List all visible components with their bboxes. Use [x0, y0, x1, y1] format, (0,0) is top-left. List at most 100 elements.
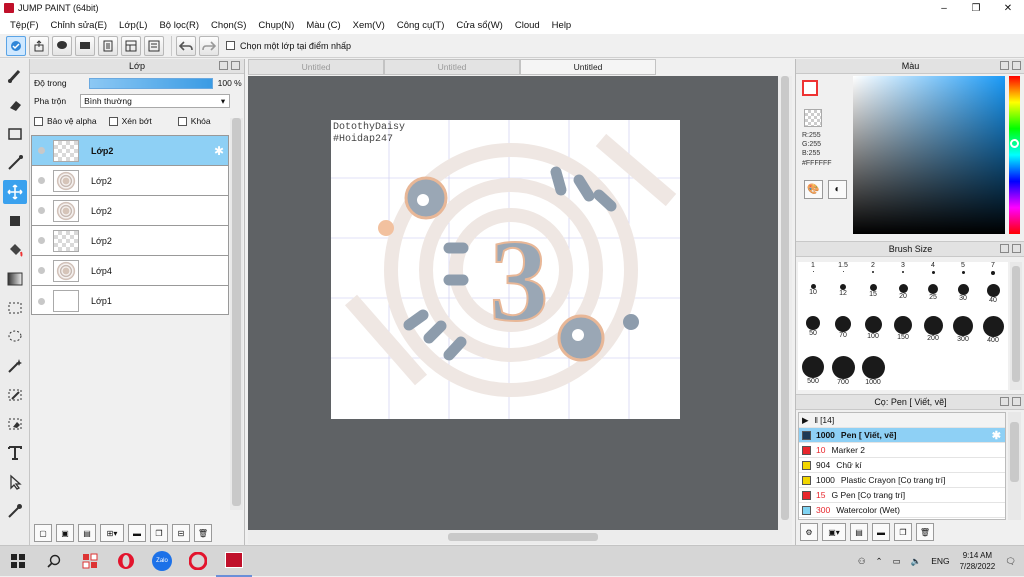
merge-layer-button[interactable]: ⊟	[172, 524, 190, 542]
document-tab[interactable]: Untitled	[384, 59, 520, 75]
saturation-value-picker[interactable]	[853, 76, 1005, 234]
people-icon[interactable]: ⚇	[858, 556, 866, 567]
panel-layout-button[interactable]	[121, 35, 141, 56]
close-button[interactable]: ✕	[992, 0, 1024, 16]
checklist-button[interactable]	[144, 35, 164, 56]
layer-item[interactable]: Lớp2	[32, 166, 228, 196]
menu-cloud[interactable]: Cloud	[509, 20, 546, 31]
blend-mode-select[interactable]: Bình thường ▾	[80, 94, 231, 108]
speech-bubble-button[interactable]	[52, 35, 72, 56]
layer-item[interactable]: Lớp2	[32, 196, 228, 226]
expand-triangle-icon[interactable]: ▶	[802, 415, 809, 426]
select-eraser-tool[interactable]	[3, 412, 27, 436]
drawing-canvas[interactable]: 3 DotothyDaisy #Hoidap247	[331, 120, 680, 419]
magic-wand-tool[interactable]	[3, 354, 27, 378]
document-tab[interactable]: Untitled	[248, 59, 384, 75]
scrollbar-thumb[interactable]	[781, 76, 789, 520]
pen-item[interactable]: 1000 Pen [ Viết, vẽ] ✱	[799, 428, 1005, 443]
layer-item[interactable]: Lớp4	[32, 256, 228, 286]
select-layer-checkbox[interactable]	[226, 41, 235, 50]
lock-checkbox[interactable]	[177, 116, 187, 126]
input-language[interactable]: ENG	[931, 556, 949, 566]
delete-layer-button[interactable]: 🗑	[194, 524, 212, 542]
redo-button[interactable]	[199, 35, 219, 56]
panel-close-icon[interactable]	[1012, 61, 1021, 70]
brush-size-option[interactable]: 2	[858, 262, 888, 273]
caption-button[interactable]	[75, 35, 95, 56]
color-picker-icon[interactable]: ◐	[828, 180, 847, 199]
brush-size-option[interactable]: 400	[978, 316, 1008, 344]
pen-item[interactable]: 300 Watercolor (Wet)	[799, 503, 1005, 518]
brush-size-option[interactable]: 12	[828, 284, 858, 297]
brush-size-option[interactable]: 40	[978, 284, 1008, 304]
brush-size-scrollbar[interactable]	[1010, 262, 1022, 390]
brush-size-option[interactable]: 25	[918, 284, 948, 301]
undock-icon[interactable]	[1000, 61, 1009, 70]
scrollbar-thumb[interactable]	[1010, 422, 1019, 482]
add-pen-menu-button[interactable]: ▣▾	[822, 523, 846, 541]
brush-size-option[interactable]: 500	[798, 356, 828, 385]
layer-item[interactable]: Lớp2	[32, 226, 228, 256]
hue-slider-knob[interactable]	[1010, 139, 1019, 148]
volume-icon[interactable]: 🔈	[911, 556, 922, 567]
clip-checkbox[interactable]	[108, 116, 118, 126]
rect-select-tool[interactable]	[3, 122, 27, 146]
undo-button[interactable]	[176, 35, 196, 56]
layer-item[interactable]: Lớp2 ✱	[32, 136, 228, 166]
new-layer-button[interactable]: ▢	[34, 524, 52, 542]
brush-size-option[interactable]: 7	[978, 262, 1008, 275]
protect-alpha-checkbox[interactable]	[34, 116, 43, 126]
pen-copy-button[interactable]: ▤	[850, 523, 868, 541]
fill-rect-tool[interactable]	[3, 209, 27, 233]
brush-size-option[interactable]: 20	[888, 284, 918, 300]
search-button[interactable]	[36, 546, 72, 577]
text-tool[interactable]	[3, 441, 27, 465]
panel-close-icon[interactable]	[1012, 397, 1021, 406]
undock-icon[interactable]	[219, 61, 228, 70]
brush-size-option[interactable]: 150	[888, 316, 918, 341]
taskbar-app-1[interactable]	[72, 546, 108, 577]
visibility-icon[interactable]	[38, 177, 45, 184]
move-tool[interactable]	[3, 180, 27, 204]
select-layer-on-click[interactable]: Chọn một lớp tại điểm nhấp	[226, 41, 351, 51]
opacity-slider[interactable]	[88, 77, 213, 89]
operation-tool[interactable]	[3, 470, 27, 494]
scrollbar-thumb[interactable]	[1012, 266, 1020, 382]
marquee-tool[interactable]	[3, 296, 27, 320]
panel-close-icon[interactable]	[231, 61, 240, 70]
canvas-vertical-scrollbar[interactable]	[778, 76, 792, 530]
canvas-horizontal-scrollbar[interactable]	[248, 530, 792, 544]
menu-view[interactable]: Xem(V)	[347, 20, 391, 31]
undock-icon[interactable]	[1000, 397, 1009, 406]
eyedropper-tool[interactable]	[3, 499, 27, 523]
menu-color[interactable]: Màu (C)	[300, 20, 346, 31]
brush-size-option[interactable]: 70	[828, 316, 858, 339]
palette-icon[interactable]: 🎨	[804, 180, 823, 199]
menu-capture[interactable]: Chụp(N)	[252, 20, 300, 31]
taskbar-opera-2[interactable]	[180, 546, 216, 577]
bucket-tool[interactable]	[3, 238, 27, 262]
pen-delete-button[interactable]: 🗑	[916, 523, 934, 541]
visibility-icon[interactable]	[38, 237, 45, 244]
add-layer-menu-button[interactable]: ⊞▾	[100, 524, 124, 542]
gear-icon[interactable]: ✱	[992, 429, 1001, 442]
canvas-workspace[interactable]: 3 DotothyDaisy #Hoidap247	[248, 76, 792, 530]
line-tool[interactable]	[3, 151, 27, 175]
scrollbar-thumb[interactable]	[448, 533, 598, 541]
notification-icon[interactable]: 🗨	[1005, 556, 1016, 567]
pen-item[interactable]: 1000 Plastic Crayon [Cọ trang trí]	[799, 473, 1005, 488]
pen-item[interactable]: 15 G Pen [Cọ trang trí]	[799, 488, 1005, 503]
check-tool-button[interactable]	[6, 35, 26, 56]
brush-size-option[interactable]: 5	[948, 262, 978, 274]
menu-filter[interactable]: Bộ lọc(R)	[153, 20, 205, 31]
pen-item[interactable]: 10 Marker 2	[799, 443, 1005, 458]
brush-size-option[interactable]: 4	[918, 262, 948, 274]
menu-tools[interactable]: Công cụ(T)	[391, 20, 451, 31]
layer-item[interactable]: Lớp1	[32, 286, 228, 316]
brush-size-option[interactable]: 3	[888, 262, 918, 273]
minimize-button[interactable]: –	[928, 0, 960, 16]
brush-size-option[interactable]: 50	[798, 316, 828, 337]
brush-size-option[interactable]: 200	[918, 316, 948, 342]
brush-size-option[interactable]: 10	[798, 284, 828, 296]
pen-settings-button[interactable]: ⚙	[800, 523, 818, 541]
